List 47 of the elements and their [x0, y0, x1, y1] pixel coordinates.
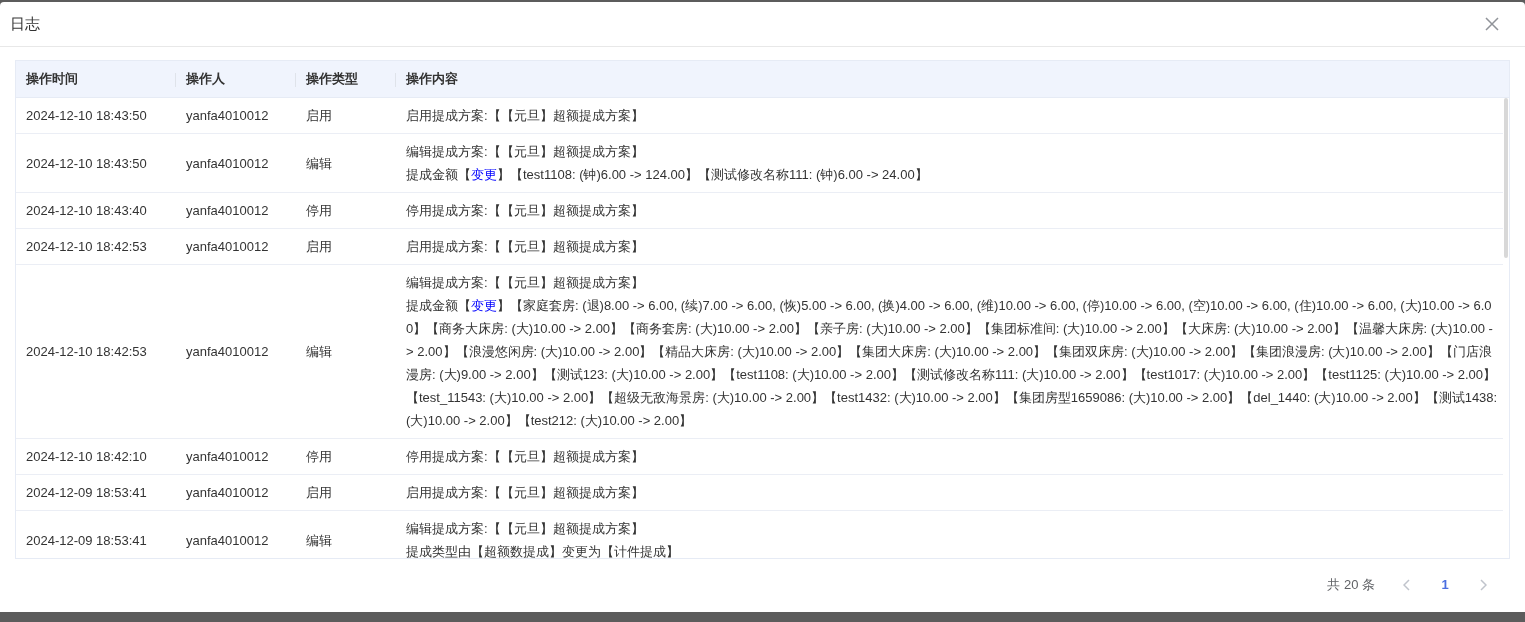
operator-cell: yanfa4010012 [186, 155, 269, 171]
log-text: 提成金额【变更】【test1108: (钟)6.00 -> 124.00】【测试修改名称111: (钟)6.00 -> 24.00】 [406, 166, 929, 184]
page-button[interactable]: 1 [1425, 571, 1465, 599]
time-cell: 2024-12-09 18:53:41 [26, 532, 147, 548]
log-text: 编辑提成方案:【【元旦】超额提成方案】 [406, 274, 645, 292]
change-link[interactable]: 变更 [471, 298, 497, 313]
operator-cell: yanfa4010012 [186, 449, 269, 464]
total-count: 共 20 条 [1327, 576, 1375, 595]
time-cell: 2024-12-10 18:43:50 [26, 108, 147, 123]
type-cell: 启用 [306, 485, 332, 500]
type-cell: 编辑 [306, 532, 332, 548]
time-cell: 2024-12-09 18:53:41 [26, 485, 147, 500]
close-icon[interactable] [1485, 17, 1499, 31]
dialog-title: 日志 [10, 13, 40, 34]
time-cell: 2024-12-10 18:43:50 [26, 155, 147, 171]
operator-cell: yanfa4010012 [186, 344, 269, 359]
time-cell: 2024-12-10 18:42:10 [26, 449, 147, 464]
operator-cell: yanfa4010012 [186, 203, 269, 218]
log-text: 编辑提成方案:【【元旦】超额提成方案】 [406, 520, 645, 538]
type-cell: 停用 [306, 449, 332, 464]
time-cell: 2024-12-10 18:42:53 [26, 239, 147, 254]
log-text: 提成金额【变更】【家庭套房: (退)8.00 -> 6.00, (续)7.00 -> 6.00, (恢)5.00 -> 6.00, (换)4.00 -> 6.00, (维)10.00 -> 6.00, (停)10.00 -> 6.00, (空)10.00 -> 6.00, (住)10.00 -> 6.00, (大)10.00 -> 6.00】【商务大床房: (大)10.00 -> 2.00】【商务套房: (大)10.00 -> 2.00】【亲子房: (大)10.00 -> 2.00】【集团标准间: (大)10.00 -> 2.00】【大床房: (大)10.00 -> 2.00】【温馨大床房: (大)10.00 -> 2.00】【浪漫悠闲房: (大)10.00 -> 2.00】【精品大床房: (大)10.00 -> 2.00】【集团大床房: (大)10.00 -> 2.00】【集团双床房: (大)10.00 -> 2.00】【集团浪漫房: (大)10.00 -> 2.00】【门店浪漫房: (大)9.00 -> 2.00】【测试123: (大)10.00 -> 2.00】【test1108: (大)10.00 -> 2.00】【测试修改名称111: (大)10.00 -> 2.00】【test1017: (大)10.00 -> 2.00】【test1125: (大)10.00 -> 2.00】【test_11543: (大)10.00 -> 2.00】【超级无敌海景房: (大)10.00 -> 2.00】【test1432: (大)10.00 -> 2.00】【集团房型1659086: (大)10.00 -> 2.00】【del_1440: (大)10.00 -> 2.00】【测试1438: (大)10.00 -> 2.00】【test212: (大)10.00 -> 2.00】 [406, 297, 1499, 430]
column-header: 操作类型 [306, 70, 358, 89]
log-text: 停用提成方案:【【元旦】超额提成方案】 [406, 448, 645, 466]
prev-page-icon[interactable] [1403, 579, 1411, 591]
time-cell: 2024-12-10 18:42:53 [26, 344, 147, 359]
type-cell: 停用 [306, 203, 332, 218]
operator-cell: yanfa4010012 [186, 108, 269, 123]
log-text: 提成类型由【超额数提成】变更为【计件提成】 [406, 543, 680, 558]
log-text: 编辑提成方案:【【元旦】超额提成方案】 [406, 143, 645, 161]
operator-cell: yanfa4010012 [186, 239, 269, 254]
log-text: 启用提成方案:【【元旦】超额提成方案】 [406, 107, 645, 125]
type-cell: 编辑 [306, 155, 332, 171]
column-header: 操作人 [186, 70, 225, 89]
log-text: 启用提成方案:【【元旦】超额提成方案】 [406, 484, 645, 502]
column-header: 操作内容 [406, 70, 458, 89]
change-link[interactable]: 变更 [471, 167, 497, 182]
type-cell: 启用 [306, 239, 332, 254]
log-text: 启用提成方案:【【元旦】超额提成方案】 [406, 238, 645, 256]
time-cell: 2024-12-10 18:43:40 [26, 203, 147, 218]
type-cell: 编辑 [306, 344, 332, 359]
log-text: 停用提成方案:【【元旦】超额提成方案】 [406, 202, 645, 220]
operator-cell: yanfa4010012 [186, 485, 269, 500]
next-page-icon[interactable] [1479, 579, 1487, 591]
type-cell: 启用 [306, 108, 332, 123]
operator-cell: yanfa4010012 [186, 532, 269, 548]
column-header: 操作时间 [26, 70, 78, 89]
